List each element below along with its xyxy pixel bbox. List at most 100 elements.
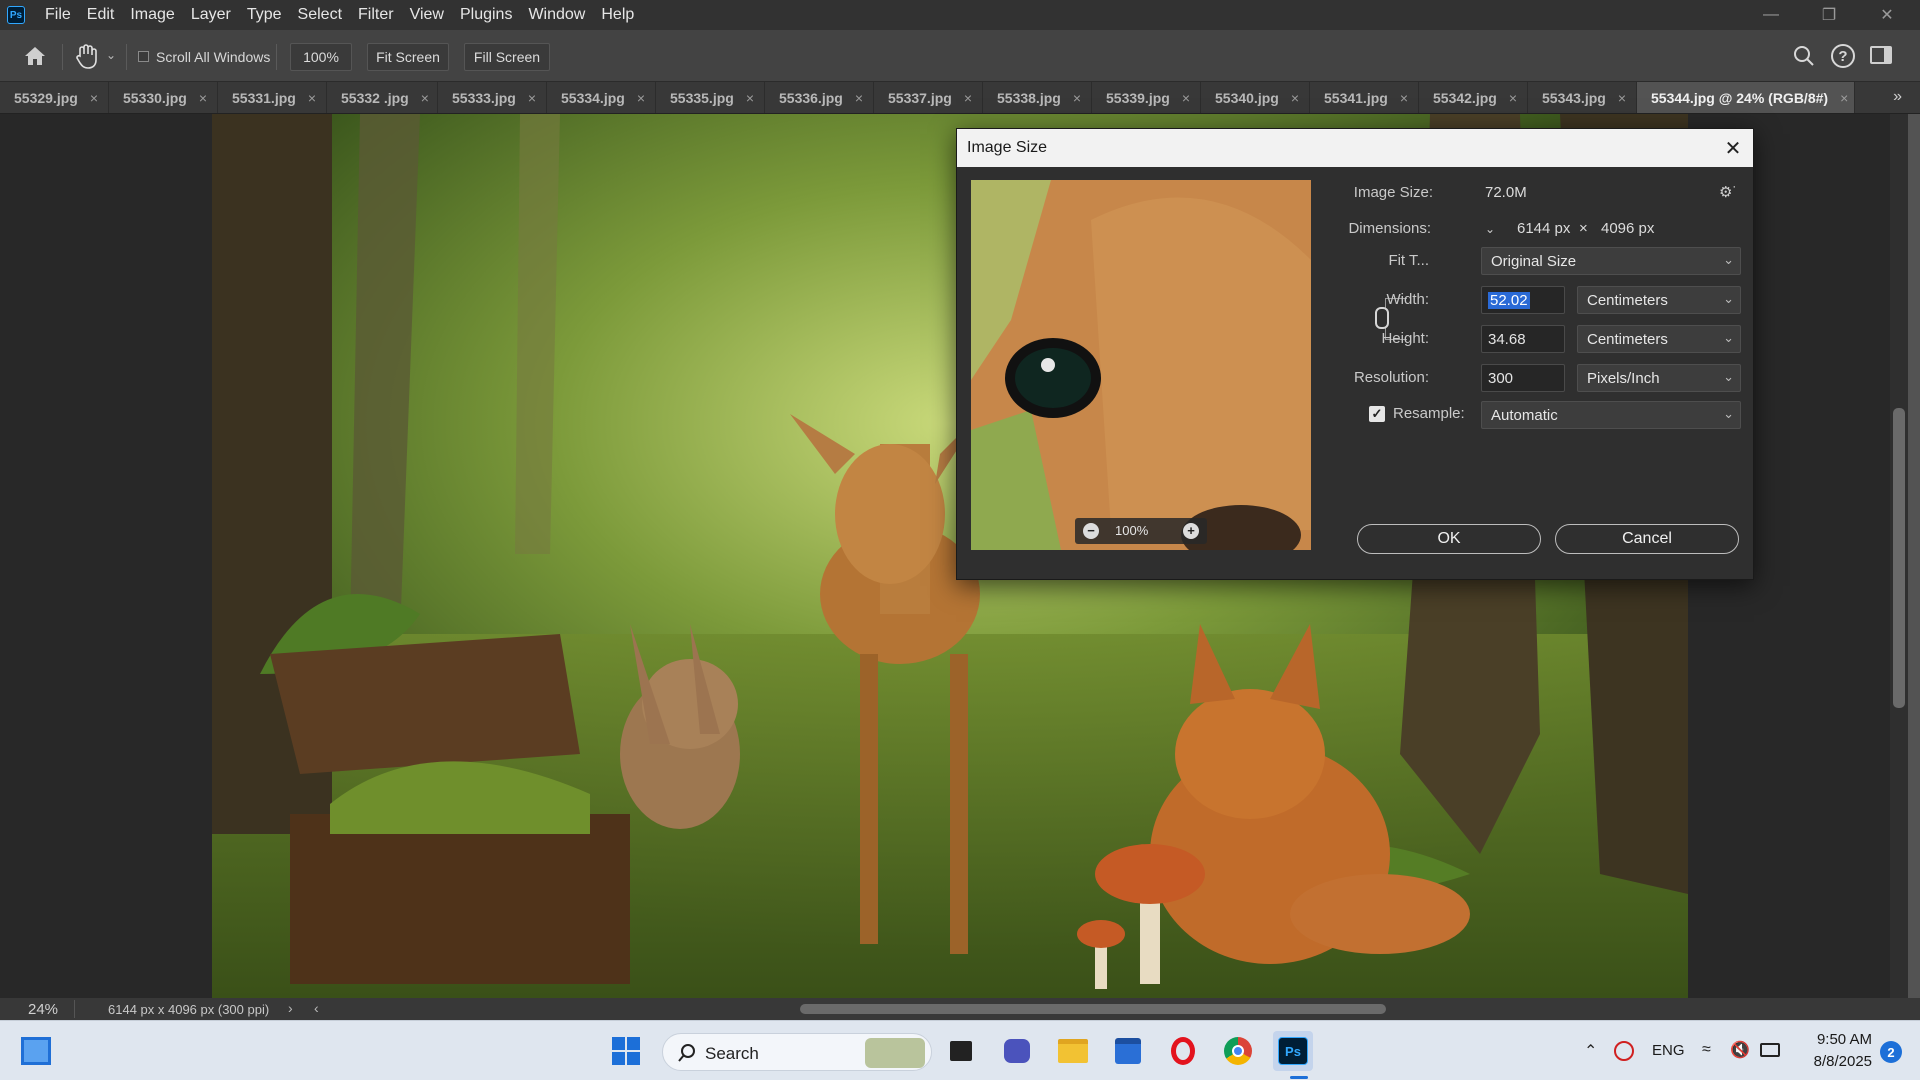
clock-date[interactable]: 8/8/2025: [1806, 1053, 1872, 1070]
height-unit-select[interactable]: Centimeters ⌄: [1577, 325, 1741, 353]
menu-view[interactable]: View: [402, 0, 452, 30]
cancel-button[interactable]: Cancel: [1555, 524, 1739, 554]
close-icon[interactable]: ×: [1400, 90, 1408, 106]
scroll-all-windows-checkbox[interactable]: [138, 51, 149, 62]
width-input[interactable]: 52.02: [1481, 286, 1565, 314]
tab-55330[interactable]: 55330.jpg ×: [109, 82, 218, 113]
menu-help[interactable]: Help: [593, 0, 642, 30]
zoom-100-button[interactable]: 100%: [290, 43, 352, 71]
menu-filter[interactable]: Filter: [350, 0, 402, 30]
tab-55337[interactable]: 55337.jpg ×: [874, 82, 983, 113]
menu-layer[interactable]: Layer: [183, 0, 239, 30]
horizontal-scroll-thumb[interactable]: [800, 1004, 1386, 1014]
resolution-input[interactable]: 300: [1481, 364, 1565, 392]
close-icon[interactable]: ×: [964, 90, 972, 106]
minimize-icon[interactable]: —: [1748, 0, 1794, 30]
menu-select[interactable]: Select: [290, 0, 350, 30]
fill-screen-button[interactable]: Fill Screen: [464, 43, 550, 71]
height-input[interactable]: 34.68: [1481, 325, 1565, 353]
menu-file[interactable]: File: [37, 0, 79, 30]
task-view-icon[interactable]: [941, 1031, 981, 1071]
menu-window[interactable]: Window: [520, 0, 593, 30]
meet-icon[interactable]: [997, 1031, 1037, 1071]
tab-55343[interactable]: 55343.jpg ×: [1528, 82, 1637, 113]
scroll-left-icon[interactable]: ‹: [314, 1000, 319, 1016]
zoom-in-icon[interactable]: +: [1183, 523, 1199, 539]
zoom-level[interactable]: 24%: [28, 1001, 58, 1018]
tab-55335[interactable]: 55335.jpg ×: [656, 82, 765, 113]
tab-55338[interactable]: 55338.jpg ×: [983, 82, 1092, 113]
tab-55344-active[interactable]: 55344.jpg @ 24% (RGB/8#) ×: [1637, 82, 1855, 113]
close-icon[interactable]: ×: [528, 90, 536, 106]
menu-edit[interactable]: Edit: [79, 0, 123, 30]
volume-muted-icon[interactable]: 🔇: [1730, 1040, 1750, 1060]
photoshop-taskbar-icon[interactable]: Ps: [1273, 1031, 1313, 1071]
resolution-unit-select[interactable]: Pixels/Inch ⌄: [1577, 364, 1741, 392]
more-tabs-icon[interactable]: »: [1893, 88, 1902, 106]
search-icon[interactable]: [1792, 44, 1816, 68]
tab-55336[interactable]: 55336.jpg ×: [765, 82, 874, 113]
dimensions-chevron-icon[interactable]: ⌄: [1485, 222, 1495, 236]
tray-chevron-up-icon[interactable]: ⌃: [1584, 1041, 1597, 1061]
vpn-icon[interactable]: [1614, 1041, 1634, 1061]
dialog-close-icon[interactable]: ✕: [1721, 136, 1745, 160]
workspace-icon[interactable]: [1870, 46, 1892, 64]
fit-to-select[interactable]: Original Size ⌄: [1481, 247, 1741, 275]
home-icon[interactable]: [22, 44, 48, 68]
close-icon[interactable]: ×: [1182, 90, 1190, 106]
wifi-icon[interactable]: ≈: [1702, 1041, 1711, 1059]
clock-time[interactable]: 9:50 AM: [1808, 1031, 1872, 1048]
close-icon[interactable]: ×: [855, 90, 863, 106]
settings-gear-icon[interactable]: ⚙˙: [1719, 183, 1737, 201]
tab-55333[interactable]: 55333.jpg ×: [438, 82, 547, 113]
close-icon[interactable]: ×: [1618, 90, 1626, 106]
tab-55339[interactable]: 55339.jpg ×: [1092, 82, 1201, 113]
vertical-scroll-thumb[interactable]: [1893, 408, 1905, 708]
help-icon[interactable]: ?: [1831, 44, 1855, 68]
close-icon[interactable]: ×: [308, 90, 316, 106]
width-unit-select[interactable]: Centimeters ⌄: [1577, 286, 1741, 314]
language-indicator[interactable]: ENG: [1652, 1042, 1685, 1059]
taskbar-search-box[interactable]: Search: [662, 1033, 932, 1071]
menu-type[interactable]: Type: [239, 0, 290, 30]
restore-icon[interactable]: ❐: [1806, 0, 1852, 30]
close-icon[interactable]: ×: [1073, 90, 1081, 106]
menu-plugins[interactable]: Plugins: [452, 0, 520, 30]
ok-button[interactable]: OK: [1357, 524, 1541, 554]
battery-icon[interactable]: [1760, 1043, 1780, 1057]
close-icon[interactable]: ×: [1509, 90, 1517, 106]
tab-55332[interactable]: 55332 .jpg ×: [327, 82, 438, 113]
resample-checkbox[interactable]: ✓: [1369, 406, 1385, 422]
start-windows-icon[interactable]: [606, 1031, 646, 1071]
close-icon[interactable]: ×: [421, 90, 429, 106]
chrome-icon[interactable]: [1218, 1031, 1258, 1071]
close-icon[interactable]: ×: [199, 90, 207, 106]
tab-55334[interactable]: 55334.jpg ×: [547, 82, 656, 113]
constrain-proportions-link-icon[interactable]: [1375, 307, 1389, 329]
zoom-out-icon[interactable]: −: [1083, 523, 1099, 539]
tab-55329[interactable]: 55329.jpg ×: [0, 82, 109, 113]
window-close-icon[interactable]: ✕: [1864, 0, 1910, 30]
tab-55340[interactable]: 55340.jpg ×: [1201, 82, 1310, 113]
close-icon[interactable]: ×: [90, 90, 98, 106]
close-icon[interactable]: ×: [746, 90, 754, 106]
fit-screen-button[interactable]: Fit Screen: [367, 43, 449, 71]
close-icon[interactable]: ×: [1291, 90, 1299, 106]
resample-select[interactable]: Automatic ⌄: [1481, 401, 1741, 429]
opera-icon[interactable]: [1163, 1031, 1203, 1071]
microsoft-store-icon[interactable]: [1108, 1031, 1148, 1071]
document-info: 6144 px x 4096 px (300 ppi): [108, 1002, 270, 1017]
notification-badge[interactable]: 2: [1880, 1041, 1902, 1063]
tool-preset-chevron-icon[interactable]: ⌄: [106, 48, 116, 62]
close-icon[interactable]: ×: [637, 90, 645, 106]
widgets-icon[interactable]: [16, 1031, 56, 1071]
file-explorer-icon[interactable]: [1053, 1031, 1093, 1071]
tab-55342[interactable]: 55342.jpg ×: [1419, 82, 1528, 113]
close-icon[interactable]: ×: [1840, 90, 1848, 106]
status-chevron-icon[interactable]: ›: [288, 1000, 293, 1016]
tab-55341[interactable]: 55341.jpg ×: [1310, 82, 1419, 113]
image-preview[interactable]: − 100% +: [971, 180, 1311, 550]
tab-55331[interactable]: 55331.jpg ×: [218, 82, 327, 113]
menu-image[interactable]: Image: [122, 0, 182, 30]
hand-tool-icon[interactable]: [74, 42, 100, 70]
